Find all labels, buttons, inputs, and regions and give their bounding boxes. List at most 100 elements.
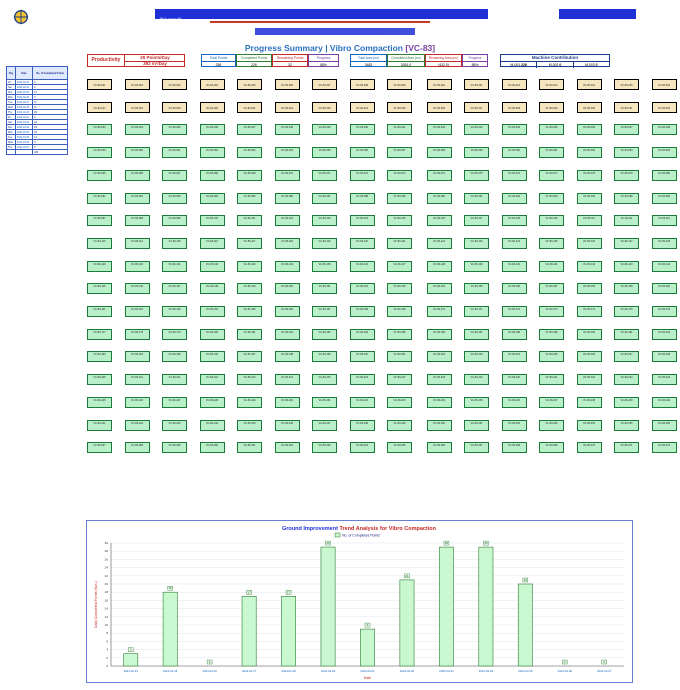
bar	[439, 546, 454, 667]
completed-point-tile: VC-83-254	[576, 419, 602, 431]
remaining-point-tile: VC-83-013	[539, 79, 564, 90]
area-cell: Total Area (m²) 3483	[350, 54, 387, 67]
completed-point-tile: VC-83-174	[576, 306, 602, 317]
x-tick-label: 2024-03-03	[439, 669, 454, 673]
completed-point-tile: VC-83-185	[387, 328, 412, 340]
table-cell	[6, 149, 16, 155]
completed-point-tile: VC-83-068	[199, 169, 225, 181]
completed-point-tile: VC-83-097	[87, 215, 112, 227]
completed-point-tile: VC-83-240	[651, 396, 677, 408]
completed-point-tile: VC-83-219	[464, 374, 489, 386]
completed-point-tile: VC-83-130	[124, 260, 150, 272]
completed-point-tile: VC-83-138	[426, 260, 452, 272]
completed-point-tile: VC-83-147	[162, 283, 187, 295]
completed-point-tile: VC-83-170	[426, 306, 452, 317]
completed-point-tile: VC-83-125	[539, 237, 564, 249]
y-tick-label: 4	[106, 648, 108, 652]
remaining-point-tile: VC-83-012	[501, 79, 527, 90]
completed-point-tile: VC-83-189	[539, 328, 564, 340]
completed-point-tile: VC-83-113	[87, 237, 112, 249]
completed-point-tile: VC-83-045	[539, 124, 564, 136]
completed-point-tile: VC-83-037	[237, 124, 262, 136]
completed-point-tile: VC-83-088	[349, 192, 375, 204]
completed-point-tile: VC-83-260	[199, 442, 225, 454]
remaining-point-tile: VC-83-018	[124, 101, 150, 113]
completed-point-tile: VC-83-213	[237, 374, 262, 386]
x-tick-label: 2024-02-27	[242, 669, 257, 673]
remaining-point-tile: VC-83-020	[199, 101, 225, 113]
completed-point-tile: VC-83-243	[162, 419, 187, 431]
data-label: 21	[405, 574, 409, 578]
x-axis-label: Date	[364, 676, 371, 680]
completed-point-tile: VC-83-107	[464, 215, 489, 227]
completed-point-tile: VC-83-198	[274, 351, 300, 363]
y-tick-label: 10	[105, 623, 109, 627]
completed-point-tile: VC-83-227	[162, 396, 187, 408]
completed-point-tile: VC-83-134	[274, 260, 300, 272]
completed-point-tile: VC-83-119	[312, 237, 337, 249]
completed-point-tile: VC-83-048	[651, 124, 677, 136]
completed-point-tile: VC-83-111	[614, 215, 639, 227]
completed-point-tile: VC-83-123	[464, 237, 489, 249]
productivity-area: 392 m²/Day	[143, 61, 167, 66]
completed-point-tile: VC-83-144	[651, 260, 677, 272]
completed-point-tile: VC-83-128	[651, 237, 677, 249]
completed-point-tile: VC-83-247	[312, 419, 337, 431]
completed-point-tile: VC-83-150	[274, 283, 300, 295]
completed-point-tile: VC-83-040	[349, 124, 375, 136]
completed-point-tile: VC-83-105	[387, 215, 412, 227]
completed-point-tile: VC-83-208	[651, 351, 677, 363]
table-total-row: 226	[6, 149, 68, 155]
completed-point-tile: VC-83-212	[199, 374, 225, 386]
completed-point-tile: VC-83-061	[539, 147, 564, 159]
header-points: No. of Completed Points	[32, 66, 68, 80]
machine-value: 0	[595, 63, 598, 67]
completed-point-tile: VC-83-065	[87, 169, 112, 181]
completed-point-tile: VC-83-256	[651, 419, 677, 431]
completed-point-tile: VC-83-033	[87, 124, 112, 136]
completed-point-tile: VC-83-236	[501, 396, 527, 408]
completed-point-tile: VC-83-142	[576, 260, 602, 272]
completed-point-tile: VC-83-160	[651, 283, 677, 295]
remaining-point-tile: VC-83-006	[274, 79, 300, 90]
completed-point-tile: VC-83-151	[312, 283, 337, 295]
completed-point-tile: VC-83-179	[162, 328, 187, 340]
completed-point-tile: VC-83-127	[614, 237, 639, 249]
completed-point-tile: VC-83-255	[614, 419, 639, 431]
completed-point-tile: VC-83-257	[87, 442, 112, 454]
area-summary: Total Area (m²) 3483 Completed Area (m²) 3…	[350, 54, 488, 67]
completed-point-tile: VC-83-209	[87, 374, 112, 386]
completed-point-tile: VC-83-122	[426, 237, 452, 249]
completed-point-tile: VC-83-140	[501, 260, 527, 272]
completed-point-tile: VC-83-096	[651, 192, 677, 204]
completed-point-tile: VC-83-200	[349, 351, 375, 363]
x-tick-label: 2024-02-24	[124, 669, 139, 673]
completed-point-tile: VC-83-248	[349, 419, 375, 431]
completed-point-tile: VC-83-216	[349, 374, 375, 386]
page-title: Progress Summary | Vibro Compaction [VC-…	[244, 43, 436, 53]
completed-point-tile: VC-83-082	[124, 192, 150, 204]
completed-point-tile: VC-83-252	[501, 419, 527, 431]
completed-point-tile: VC-83-101	[237, 215, 262, 227]
completed-point-tile: VC-83-241	[87, 419, 112, 431]
header-date: Date	[14, 66, 34, 80]
completed-point-tile: VC-83-102	[274, 215, 300, 227]
completed-point-tile: VC-83-267	[464, 442, 489, 454]
bar	[320, 546, 336, 667]
completed-point-tile: VC-83-169	[387, 306, 412, 317]
summary-cell: Completed Points 226	[236, 54, 272, 67]
completed-point-tile: VC-83-268	[501, 442, 527, 454]
remaining-point-tile: VC-83-015	[614, 79, 639, 90]
completed-point-tile: VC-83-112	[651, 215, 677, 227]
completed-point-tile: VC-83-229	[237, 396, 262, 408]
x-tick-label: 2024-02-28	[281, 669, 296, 673]
remaining-point-tile: VC-83-005	[237, 79, 262, 90]
completed-point-tile: VC-83-228	[199, 396, 225, 408]
completed-point-tile: VC-83-224	[651, 374, 677, 386]
y-tick-label: 20	[105, 582, 109, 586]
productivity-label: Productivity	[88, 55, 125, 66]
remaining-point-tile: VC-83-014	[576, 79, 602, 90]
summary-cell: Progress 88%	[308, 54, 339, 67]
completed-point-tile: VC-83-120	[349, 237, 375, 249]
y-axis-label: Daily Completed Points (Nos.)	[94, 581, 98, 628]
